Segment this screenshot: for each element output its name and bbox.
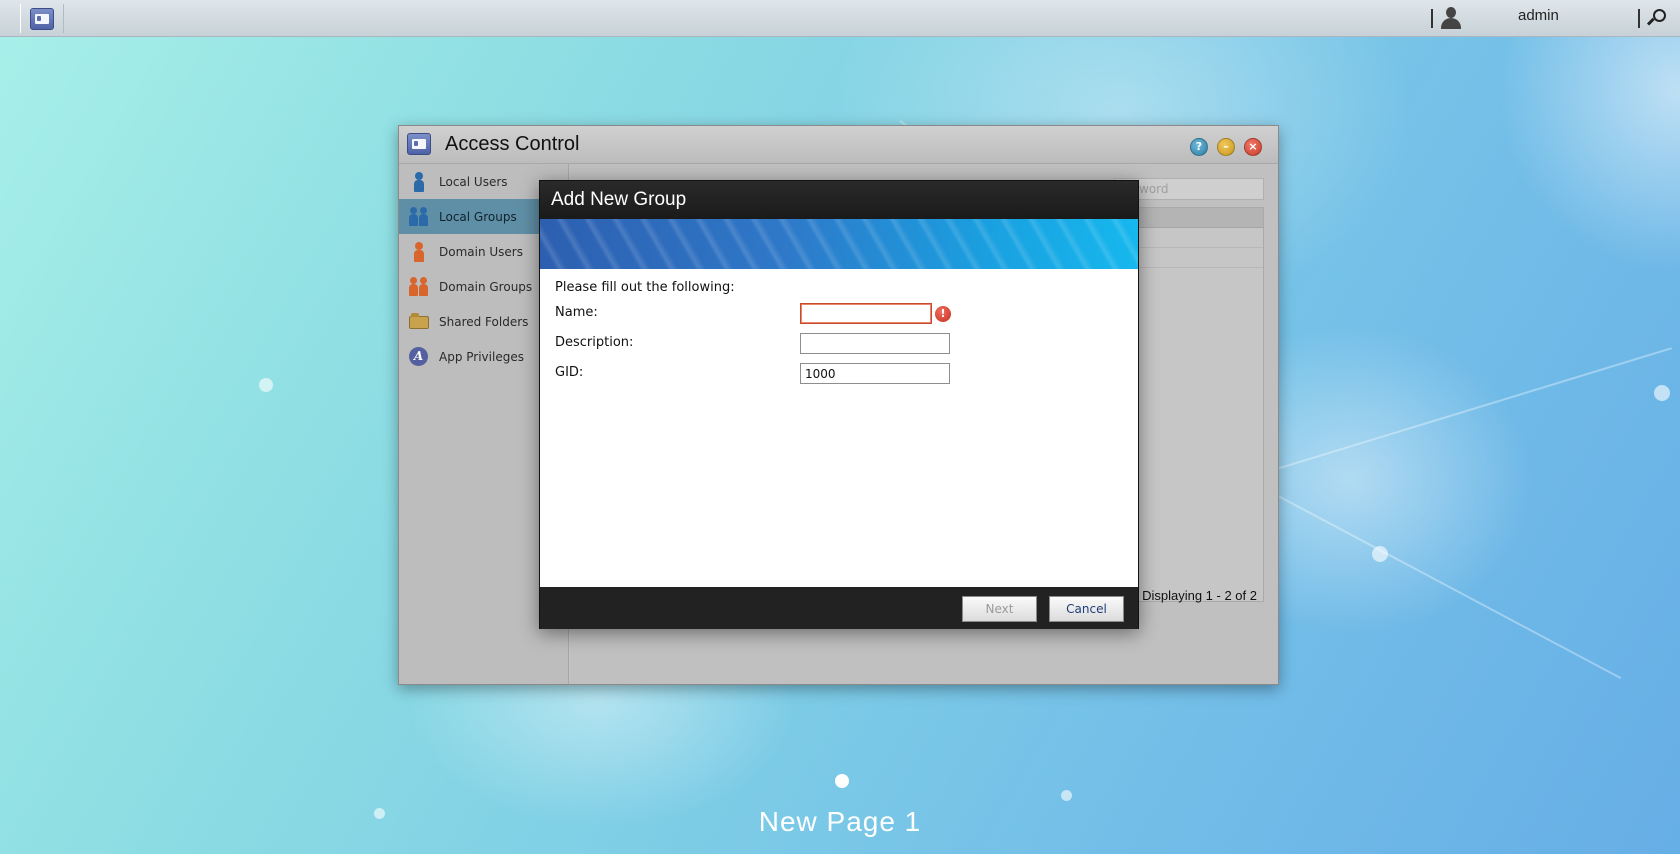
- minimize-button[interactable]: –: [1217, 138, 1235, 156]
- background-dot: [1061, 790, 1072, 801]
- window-titlebar[interactable]: Access Control ? – ×: [399, 126, 1278, 164]
- background-dot: [1654, 385, 1670, 401]
- help-icon: ?: [1195, 140, 1203, 153]
- user-icon: [409, 171, 429, 193]
- background-streak: [1269, 347, 1672, 472]
- taskbar-separator: [1431, 9, 1433, 28]
- domain-user-icon: [409, 241, 429, 263]
- error-icon: !: [935, 306, 951, 322]
- description-input[interactable]: [800, 333, 950, 354]
- sidebar-item-label: Local Groups: [439, 209, 517, 224]
- group-icon: [409, 206, 429, 228]
- sidebar-item-label: Local Users: [439, 174, 508, 189]
- window-title: Access Control: [445, 133, 580, 155]
- name-label: Name:: [555, 305, 598, 320]
- add-group-dialog: Add New Group Please fill out the follow…: [539, 180, 1139, 629]
- folder-icon: [409, 311, 429, 333]
- dialog-banner: [540, 219, 1138, 269]
- sidebar-item-label: Shared Folders: [439, 314, 529, 329]
- dialog-title[interactable]: Add New Group: [540, 181, 1138, 219]
- search-icon[interactable]: [1646, 9, 1666, 27]
- app-privileges-icon: A: [409, 346, 429, 368]
- domain-group-icon: [409, 276, 429, 298]
- access-control-icon: [407, 133, 431, 155]
- access-control-launcher[interactable]: [20, 4, 64, 33]
- sidebar-item-label: Domain Groups: [439, 279, 533, 294]
- dialog-footer: Next Cancel: [540, 587, 1138, 629]
- sidebar-item-label: Domain Users: [439, 244, 523, 259]
- close-button[interactable]: ×: [1244, 138, 1262, 156]
- desktop-page-name: New Page 1: [758, 806, 922, 837]
- taskbar-separator: [1638, 9, 1640, 28]
- help-button[interactable]: ?: [1190, 138, 1208, 156]
- gid-label: GID:: [555, 365, 584, 380]
- name-input[interactable]: [800, 303, 932, 324]
- page-indicator-dot[interactable]: [835, 774, 849, 788]
- sidebar-item-label: App Privileges: [439, 349, 524, 364]
- next-button[interactable]: Next: [962, 596, 1037, 622]
- pagination-status: Displaying 1 - 2 of 2: [1142, 588, 1257, 603]
- username-label[interactable]: admin: [1518, 7, 1559, 24]
- dialog-body: Please fill out the following: Name: ! D…: [540, 269, 1138, 587]
- description-label: Description:: [555, 335, 634, 350]
- background-dot: [1372, 546, 1388, 562]
- gid-input[interactable]: [800, 363, 950, 384]
- background-streak: [1249, 480, 1622, 680]
- close-icon: ×: [1248, 140, 1258, 153]
- user-icon[interactable]: [1440, 7, 1462, 29]
- taskbar: admin: [0, 0, 1680, 37]
- access-control-icon: [30, 7, 54, 30]
- cancel-button[interactable]: Cancel: [1049, 596, 1124, 622]
- minimize-icon: –: [1223, 140, 1229, 153]
- dialog-instructions: Please fill out the following:: [555, 280, 735, 295]
- background-dot: [259, 378, 273, 392]
